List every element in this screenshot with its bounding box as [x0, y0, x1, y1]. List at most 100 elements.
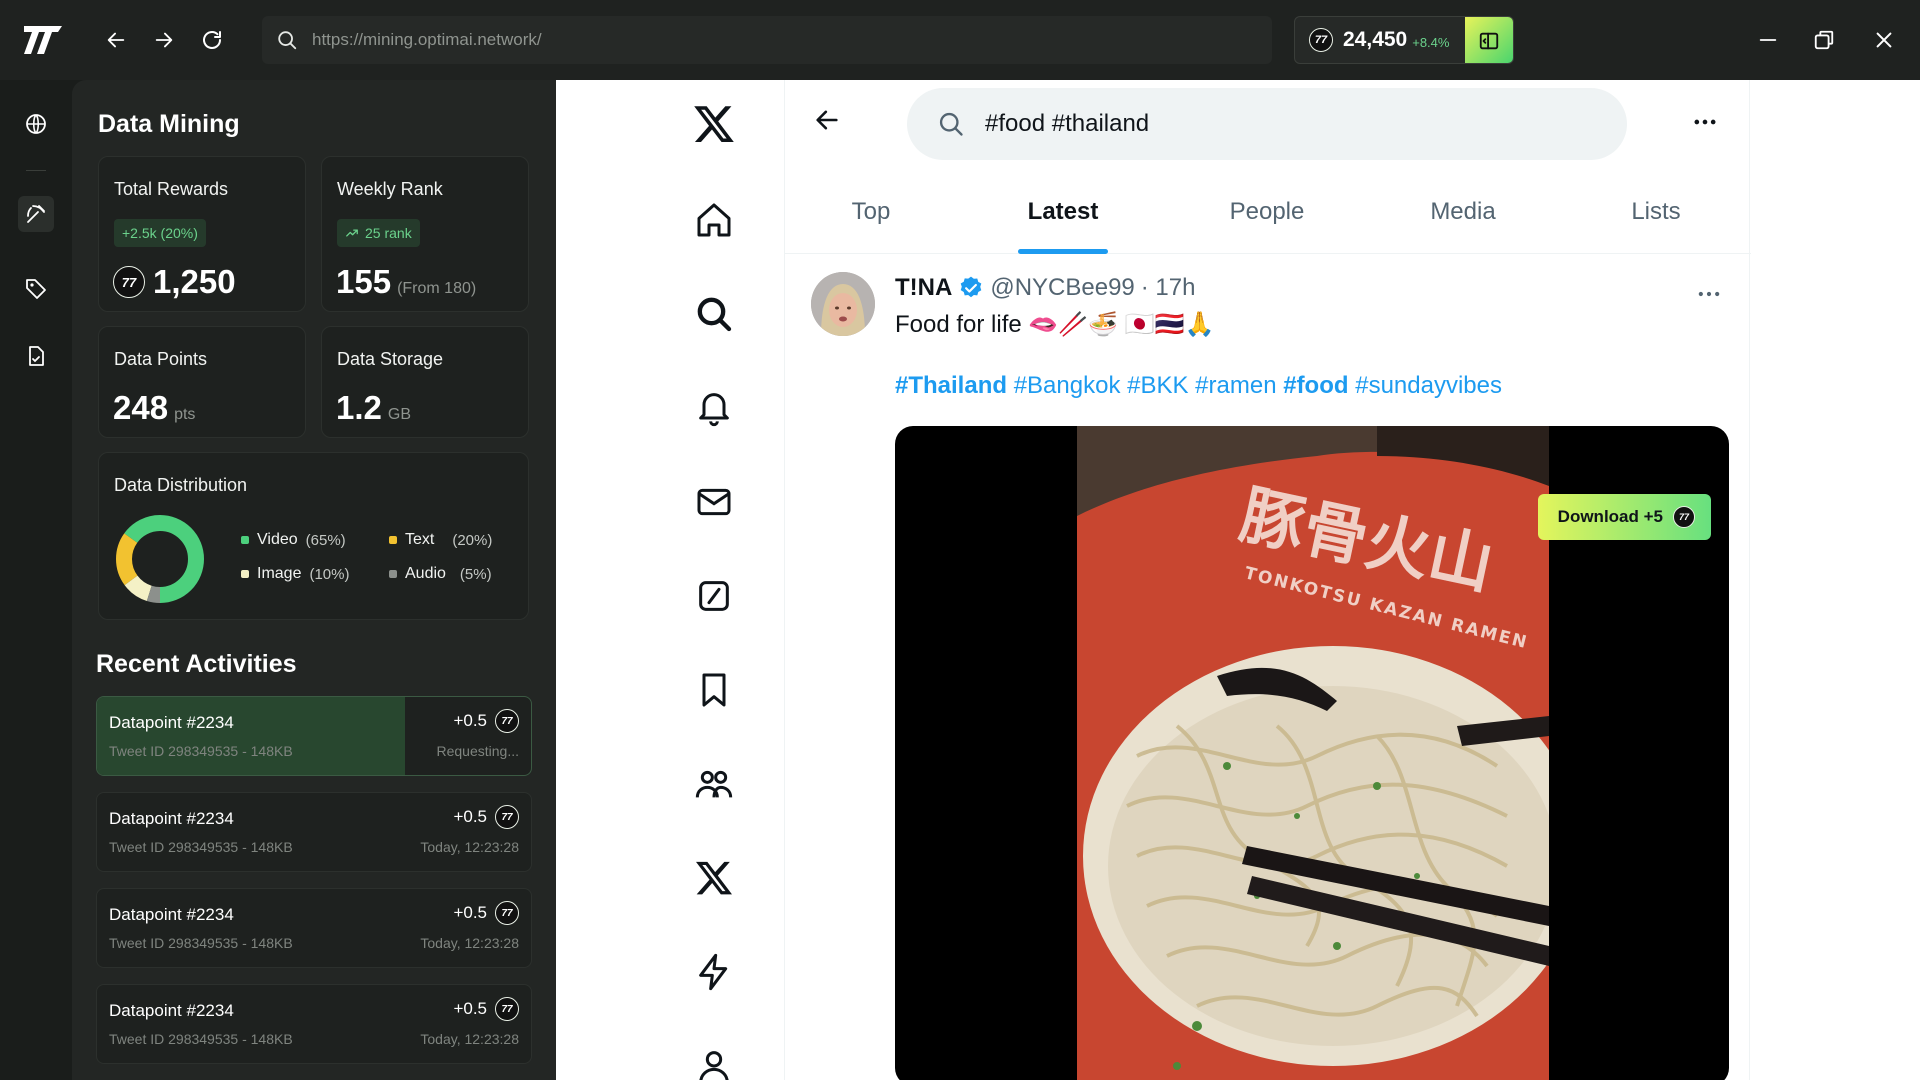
legend-audio-swatch — [389, 570, 397, 578]
activity-time: Today, 12:23:28 — [420, 935, 519, 951]
tab-people[interactable]: People — [1169, 184, 1365, 254]
more-horizontal-icon — [1694, 119, 1716, 125]
x-main-column: #food #thailand Top Latest People Media … — [784, 80, 1751, 1080]
data-storage-label: Data Storage — [337, 349, 444, 369]
restore-button[interactable] — [1808, 24, 1840, 56]
minimize-icon — [1759, 39, 1777, 41]
activity-reward: +0.5 77 — [453, 997, 519, 1021]
activity-time: Today, 12:23:28 — [420, 839, 519, 855]
nav-premium[interactable] — [684, 848, 744, 908]
back-arrow-button[interactable] — [811, 104, 843, 136]
trend-up-icon — [346, 229, 358, 237]
total-rewards-value: 1,250 — [153, 263, 236, 300]
x-logo-link[interactable] — [684, 94, 744, 154]
toggle-panel-button[interactable] — [1465, 17, 1513, 63]
nav-bookmarks[interactable] — [684, 660, 744, 720]
address-bar[interactable]: https://mining.optimai.network/ — [262, 16, 1272, 64]
rail-files-button[interactable] — [18, 338, 54, 374]
hashtag-link[interactable]: #BKK — [1127, 372, 1188, 399]
activity-status: Requesting... — [436, 743, 520, 759]
arrow-left-icon — [816, 110, 838, 130]
activity-subtitle: Tweet ID 298349535 - 148KB — [109, 1031, 293, 1047]
data-storage-card: Data Storage 1.2 GB — [321, 326, 529, 438]
tweet-media[interactable]: 豚骨火山 TONKOTSU KAZAN RAMEN Download +5 77 — [895, 426, 1729, 1080]
x-search-input[interactable]: #food #thailand — [907, 88, 1627, 160]
tag-icon — [26, 279, 46, 299]
activity-item[interactable]: Datapoint #2234 Tweet ID 298349535 - 148… — [96, 696, 532, 776]
activity-title: Datapoint #2234 — [109, 905, 234, 924]
total-rewards-card: Total Rewards +2.5k (20%) 77 1,250 — [98, 156, 306, 312]
nav-verified-orgs[interactable] — [684, 942, 744, 1002]
rail-mining-button[interactable] — [18, 196, 54, 232]
legend-image-label: Image — [257, 565, 302, 582]
legend-image: Image (10%) — [241, 565, 349, 583]
coin-icon: 77 — [113, 266, 145, 298]
avatar[interactable] — [811, 272, 875, 336]
legend-video-label: Video — [257, 531, 298, 548]
activity-item[interactable]: Datapoint #2234 Tweet ID 298349535 - 148… — [96, 984, 532, 1064]
home-icon — [697, 203, 731, 237]
tab-top[interactable]: Top — [785, 184, 957, 254]
tab-lists[interactable]: Lists — [1561, 184, 1751, 254]
activity-item[interactable]: Datapoint #2234 Tweet ID 298349535 - 148… — [96, 792, 532, 872]
tweet-header: T!NA @NYCBee99 · 17h — [895, 274, 1195, 302]
data-storage-value: 1.2 — [336, 389, 382, 426]
activity-subtitle: Tweet ID 298349535 - 148KB — [109, 935, 293, 951]
tab-media[interactable]: Media — [1365, 184, 1561, 254]
reload-button[interactable] — [196, 24, 228, 56]
back-button[interactable] — [100, 24, 132, 56]
hashtag-link[interactable]: #Thailand — [895, 372, 1007, 399]
grok-icon — [699, 581, 729, 611]
nav-grok[interactable] — [684, 566, 744, 626]
nav-communities[interactable] — [684, 754, 744, 814]
minimize-button[interactable] — [1752, 24, 1784, 56]
tweet-time[interactable]: · 17h — [1141, 274, 1196, 302]
tab-latest-label: Latest — [1027, 198, 1099, 225]
hashtag-link[interactable]: #sundayvibes — [1355, 372, 1502, 399]
panel-title: Data Mining — [98, 110, 240, 138]
author-name[interactable]: T!NA — [895, 274, 952, 302]
rail-network-button[interactable] — [18, 106, 54, 142]
x-logo-icon — [694, 106, 734, 142]
tweet-more-button[interactable] — [1693, 278, 1725, 310]
verified-badge-icon — [961, 276, 982, 298]
url-text: https://mining.optimai.network/ — [312, 30, 542, 49]
download-button[interactable]: Download +5 77 — [1537, 494, 1711, 540]
activity-reward-value: +0.5 — [453, 999, 487, 1018]
search-tabs: Top Latest People Media Lists — [785, 184, 1751, 254]
data-distribution-label: Data Distribution — [114, 475, 248, 495]
rail-tags-button[interactable] — [18, 270, 54, 306]
token-balance[interactable]: 77 24,450 +8.4% — [1294, 16, 1514, 64]
forward-button[interactable] — [148, 24, 180, 56]
search-icon — [697, 297, 732, 332]
tab-people-label: People — [1229, 198, 1305, 225]
activity-reward: +0.5 77 — [453, 901, 519, 925]
activity-reward: +0.5 77 — [453, 709, 519, 733]
hashtag-link[interactable]: #ramen — [1195, 372, 1276, 399]
close-button[interactable] — [1868, 24, 1900, 56]
hashtag-link[interactable]: #food — [1283, 372, 1348, 399]
legend-video: Video (65%) — [241, 531, 346, 549]
title-bar: https://mining.optimai.network/ 77 24,45… — [0, 0, 1920, 80]
balance-amount: 24,450 — [1343, 28, 1408, 51]
coin-icon: 77 — [495, 997, 519, 1021]
legend-text: Text (20%) — [389, 531, 492, 549]
tab-latest[interactable]: Latest — [957, 184, 1169, 254]
legend-audio-pct: (5%) — [459, 565, 492, 583]
nav-messages[interactable] — [684, 472, 744, 532]
tweet[interactable]: T!NA @NYCBee99 · 17h Food for life 🫦🥢🍜 🇯… — [785, 254, 1751, 1080]
nav-profile[interactable] — [684, 1036, 744, 1080]
nav-explore[interactable] — [684, 284, 744, 344]
nav-home[interactable] — [684, 190, 744, 250]
hashtag-link[interactable]: #Bangkok — [1014, 372, 1121, 399]
nav-notifications[interactable] — [684, 378, 744, 438]
refresh-icon — [203, 31, 221, 49]
coin-icon: 77 — [1309, 28, 1333, 52]
legend-image-pct: (10%) — [309, 565, 350, 583]
search-options-button[interactable] — [1689, 106, 1721, 138]
activity-item[interactable]: Datapoint #2234 Tweet ID 298349535 - 148… — [96, 888, 532, 968]
tweet-hashtags: #Thailand #Bangkok #BKK #ramen #food #su… — [895, 372, 1502, 400]
author-handle[interactable]: @NYCBee99 — [990, 274, 1134, 302]
web-content: #food #thailand Top Latest People Media … — [556, 80, 1920, 1080]
arrow-left-icon — [107, 32, 125, 48]
